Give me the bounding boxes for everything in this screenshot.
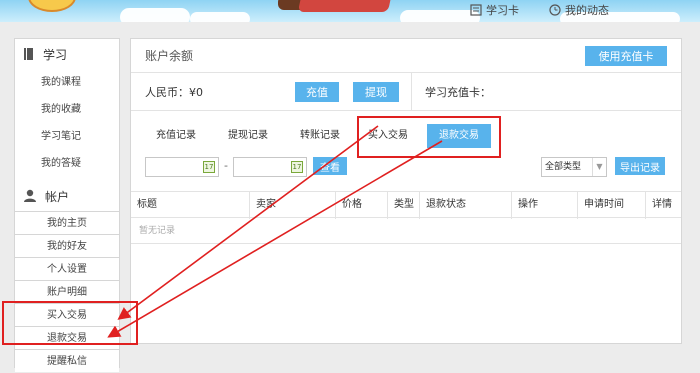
chevron-down-icon: ▼	[592, 158, 606, 176]
sidebar-item-account-details[interactable]: 账户明细	[15, 280, 119, 303]
end-date-input[interactable]: 17	[233, 157, 307, 177]
date-separator: -	[224, 159, 228, 172]
top-nav: 学习卡 我的动态	[470, 0, 609, 20]
sidebar-item-refund-transactions[interactable]: 退款交易	[15, 326, 119, 349]
start-date-input[interactable]: 17	[145, 157, 219, 177]
type-select-value: 全部类型	[545, 162, 582, 172]
withdraw-button[interactable]: 提现	[353, 81, 399, 102]
calendar-icon[interactable]: 17	[203, 161, 215, 173]
header-banner: 学习卡 我的动态	[0, 0, 700, 22]
sidebar-section-label: 学习	[43, 47, 68, 62]
column-header: 标题	[137, 199, 157, 210]
sidebar-item-my-friends[interactable]: 我的好友	[15, 234, 119, 257]
calendar-icon[interactable]: 17	[291, 161, 303, 173]
balance-row: 人民币：¥0 充值 提现 学习充值卡：	[131, 73, 681, 111]
use-card-button[interactable]: 使用充值卡	[585, 45, 667, 66]
tab-withdraw-records[interactable]: 提现记录	[221, 124, 275, 148]
sidebar-item-study-notes[interactable]: 学习笔记	[15, 123, 119, 150]
divider	[411, 73, 412, 111]
my-activity-label: 我的动态	[565, 4, 609, 17]
user-icon	[24, 189, 36, 202]
book-icon	[24, 48, 33, 60]
tab-refund-transactions[interactable]: 退款交易	[427, 124, 491, 148]
cloud-decoration	[120, 8, 190, 22]
column-header: 类型	[387, 192, 419, 219]
column-header: 退款状态	[419, 192, 511, 219]
column-header: 操作	[511, 192, 577, 219]
rmb-balance: 人民币：¥0	[145, 85, 203, 99]
sidebar-item-reminders[interactable]: 提醒私信	[15, 349, 119, 372]
empty-table-row: 暂无记录	[131, 218, 681, 244]
tab-transfer-records[interactable]: 转账记录	[293, 124, 347, 148]
column-header: 价格	[335, 192, 387, 219]
sidebar-item-buy-transactions[interactable]: 买入交易	[15, 303, 119, 326]
record-tabs: 充值记录 提现记录 转账记录 买入交易 退款交易	[131, 124, 681, 148]
sidebar-section-study: 学习	[15, 39, 119, 69]
logo-mascot	[28, 0, 76, 12]
sidebar-item-my-qa[interactable]: 我的答疑	[15, 150, 119, 177]
column-header: 申请时间	[577, 192, 645, 219]
column-header: 卖家	[249, 192, 335, 219]
clock-icon	[549, 4, 561, 16]
tab-charge-records[interactable]: 充值记录	[149, 124, 203, 148]
query-button[interactable]: 查看	[313, 157, 347, 175]
sidebar-section-label: 帐户	[45, 189, 70, 204]
banner-decoration	[297, 0, 393, 12]
sidebar-item-personal-settings[interactable]: 个人设置	[15, 257, 119, 280]
panel-header: 账户余额 使用充值卡	[131, 39, 681, 73]
export-button[interactable]: 导出记录	[615, 157, 665, 175]
my-activity-link[interactable]: 我的动态	[549, 2, 609, 18]
sidebar-item-my-homepage[interactable]: 我的主页	[15, 211, 119, 234]
study-card-balance: 学习充值卡：	[425, 85, 491, 99]
type-select[interactable]: 全部类型 ▼	[541, 157, 607, 177]
tab-buy-transactions[interactable]: 买入交易	[361, 124, 415, 148]
cloud-decoration	[400, 10, 480, 22]
sidebar-item-my-favorites[interactable]: 我的收藏	[15, 96, 119, 123]
card-icon	[470, 4, 482, 16]
study-card-label: 学习卡	[486, 4, 519, 17]
account-balance-panel: 账户余额 使用充值卡 人民币：¥0 充值 提现 学习充值卡： 充值记录 提现记录…	[130, 38, 682, 344]
column-header: 详情	[645, 192, 683, 219]
sidebar-section-account: 帐户	[15, 181, 119, 211]
study-card-link[interactable]: 学习卡	[470, 2, 519, 18]
sidebar: 学习 我的课程 我的收藏 学习笔记 我的答疑 帐户 我的主页 我的好友 个人设置…	[14, 38, 120, 372]
sidebar-item-my-courses[interactable]: 我的课程	[15, 69, 119, 96]
filter-bar: 17 - 17 查看 全部类型 ▼ 导出记录	[131, 157, 681, 177]
cloud-decoration	[190, 12, 250, 22]
table-header: 标题 卖家 价格 类型 退款状态 操作 申请时间 详情	[131, 191, 683, 219]
charge-button[interactable]: 充值	[295, 81, 339, 102]
page-title: 账户余额	[145, 49, 194, 63]
